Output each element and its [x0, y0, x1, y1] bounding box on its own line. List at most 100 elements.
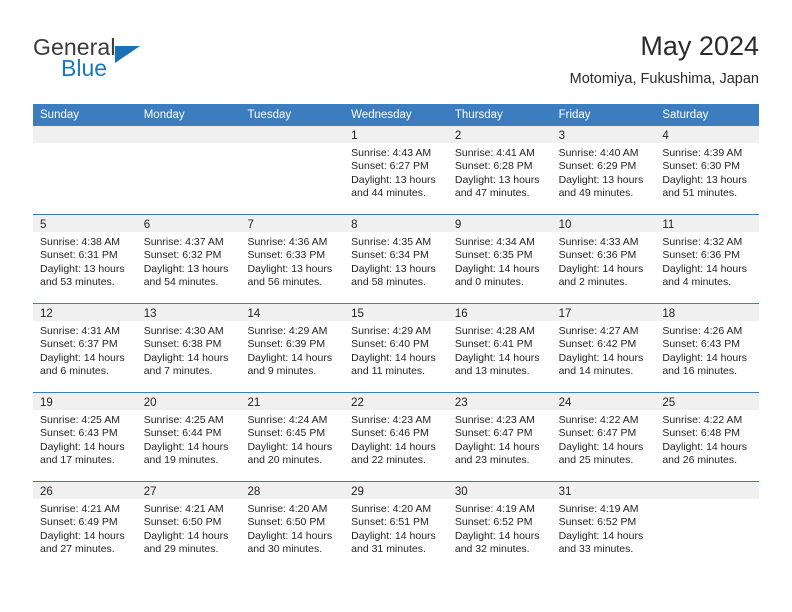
day-number: 21 — [247, 397, 261, 409]
calendar-day-cell[interactable]: 28 Sunrise: 4:20 AM Sunset: 6:50 PM Dayligh… — [240, 482, 345, 570]
calendar-day-cell[interactable]: 8 Sunrise: 4:35 AM Sunset: 6:34 PM Daylight… — [344, 215, 448, 303]
day-number: 4 — [662, 130, 669, 142]
calendar-day-cell[interactable]: 24 Sunrise: 4:22 AM Sunset: 6:47 PM Dayligh… — [551, 393, 656, 481]
daylight-text-line1: Daylight: 14 hours — [247, 351, 333, 364]
day-details: Sunrise: 4:22 AM Sunset: 6:47 PM Daylight:… — [552, 410, 656, 468]
sunset-text: Sunset: 6:33 PM — [247, 249, 326, 262]
sunset-text: Sunset: 6:43 PM — [662, 338, 740, 351]
calendar-day-cell[interactable]: 18 Sunrise: 4:26 AM Sunset: 6:43 PM Dayligh… — [655, 304, 760, 392]
weekday-header-row: Sunday Monday Tuesday Wednesday Thursday… — [33, 104, 759, 126]
sunrise-text: Sunrise: 4:21 AM — [40, 503, 120, 515]
weekday-header-thursday: Thursday — [454, 109, 503, 121]
day-number-bar: 17 — [551, 304, 656, 321]
day-number: 27 — [143, 486, 157, 498]
daylight-text-line1: Daylight: 14 hours — [143, 529, 229, 542]
day-number-bar: 4 — [655, 126, 760, 143]
day-number-bar: 13 — [136, 304, 241, 321]
calendar-day-cell[interactable]: 16 Sunrise: 4:28 AM Sunset: 6:41 PM Dayligh… — [447, 304, 552, 392]
day-number: 12 — [40, 308, 53, 320]
daylight-text-line2: and 13 minutes. — [454, 365, 530, 378]
daylight-text-line1: Daylight: 14 hours — [662, 440, 747, 453]
day-details: Sunrise: 4:39 AM Sunset: 6:30 PM Daylight:… — [655, 143, 759, 201]
calendar-day-cell[interactable]: 27 Sunrise: 4:21 AM Sunset: 6:50 PM Dayligh… — [136, 482, 241, 570]
day-details: Sunrise: 4:32 AM Sunset: 6:36 PM Daylight:… — [655, 232, 759, 290]
day-number: 18 — [662, 308, 676, 320]
sunrise-text: Sunrise: 4:21 AM — [143, 503, 224, 515]
day-details: Sunrise: 4:27 AM Sunset: 6:42 PM Daylight:… — [552, 321, 656, 379]
day-details: Sunrise: 4:38 AM Sunset: 6:31 PM Daylight:… — [33, 232, 137, 290]
sunrise-text: Sunrise: 4:20 AM — [247, 503, 328, 515]
day-number-bar: 1 — [344, 126, 448, 143]
day-number-bar: 7 — [240, 215, 345, 232]
calendar-day-cell[interactable]: 26 Sunrise: 4:21 AM Sunset: 6:49 PM Dayligh… — [33, 482, 137, 570]
day-number-bar: 16 — [447, 304, 552, 321]
calendar-week-row: 1 Sunrise: 4:43 AM Sunset: 6:27 PM Daylight… — [33, 126, 760, 214]
calendar-day-cell[interactable]: 21 Sunrise: 4:24 AM Sunset: 6:45 PM Dayligh… — [240, 393, 345, 481]
weekday-header-wednesday: Wednesday — [351, 109, 412, 121]
daylight-text-line1: Daylight: 13 hours — [143, 262, 229, 275]
calendar-week-row: 12 Sunrise: 4:31 AM Sunset: 6:37 PM Dayligh… — [33, 303, 760, 392]
sunset-text: Sunset: 6:45 PM — [247, 427, 326, 440]
day-number-bar: 28 — [240, 482, 345, 499]
calendar-day-cell[interactable]: 3 Sunrise: 4:40 AM Sunset: 6:29 PM Daylight… — [551, 126, 656, 214]
calendar-day-cell[interactable]: 30 Sunrise: 4:19 AM Sunset: 6:52 PM Dayligh… — [447, 482, 552, 570]
sunset-text: Sunset: 6:36 PM — [662, 249, 740, 262]
day-number-bar: 8 — [344, 215, 448, 232]
calendar-day-cell[interactable]: 23 Sunrise: 4:23 AM Sunset: 6:47 PM Dayligh… — [447, 393, 552, 481]
calendar-day-cell[interactable]: 22 Sunrise: 4:23 AM Sunset: 6:46 PM Dayligh… — [344, 393, 448, 481]
calendar-day-cell[interactable]: 11 Sunrise: 4:32 AM Sunset: 6:36 PM Dayligh… — [655, 215, 760, 303]
calendar-day-cell[interactable]: 19 Sunrise: 4:25 AM Sunset: 6:43 PM Dayligh… — [33, 393, 137, 481]
calendar-day-cell[interactable]: 15 Sunrise: 4:29 AM Sunset: 6:40 PM Dayligh… — [344, 304, 448, 392]
calendar-day-cell[interactable]: 31 Sunrise: 4:19 AM Sunset: 6:52 PM Dayligh… — [551, 482, 656, 570]
daylight-text-line2: and 26 minutes. — [662, 454, 738, 467]
calendar-day-cell[interactable]: 10 Sunrise: 4:33 AM Sunset: 6:36 PM Dayligh… — [551, 215, 656, 303]
sunset-text: Sunset: 6:48 PM — [662, 427, 740, 440]
day-number: 14 — [247, 308, 261, 320]
weekday-header-monday: Monday — [143, 109, 185, 121]
calendar-day-cell[interactable]: 25 Sunrise: 4:22 AM Sunset: 6:48 PM Dayligh… — [655, 393, 760, 481]
sunrise-text: Sunrise: 4:20 AM — [351, 503, 432, 515]
calendar-day-cell[interactable]: 7 Sunrise: 4:36 AM Sunset: 6:33 PM Daylight… — [240, 215, 345, 303]
day-number-bar: 31 — [551, 482, 656, 499]
calendar-day-cell[interactable]: 6 Sunrise: 4:37 AM Sunset: 6:32 PM Daylight… — [136, 215, 241, 303]
sunrise-text: Sunrise: 4:25 AM — [143, 414, 224, 426]
daylight-text-line2: and 22 minutes. — [351, 454, 426, 467]
daylight-text-line2: and 32 minutes. — [454, 543, 530, 556]
daylight-text-line2: and 4 minutes. — [662, 276, 732, 289]
day-number-bar: 6 — [136, 215, 241, 232]
sunrise-text: Sunrise: 4:22 AM — [662, 414, 743, 426]
daylight-text-line2: and 20 minutes. — [247, 454, 323, 467]
calendar-day-cell[interactable]: 12 Sunrise: 4:31 AM Sunset: 6:37 PM Dayligh… — [33, 304, 137, 392]
calendar-day-cell[interactable]: 2 Sunrise: 4:41 AM Sunset: 6:28 PM Daylight… — [447, 126, 552, 214]
day-number: 2 — [454, 130, 462, 142]
day-number: 29 — [351, 486, 364, 498]
calendar-day-cell[interactable]: 20 Sunrise: 4:25 AM Sunset: 6:44 PM Dayligh… — [136, 393, 241, 481]
day-details: Sunrise: 4:40 AM Sunset: 6:29 PM Daylight:… — [552, 143, 656, 201]
day-details: Sunrise: 4:22 AM Sunset: 6:48 PM Daylight:… — [655, 410, 759, 468]
sunrise-text: Sunrise: 4:19 AM — [558, 503, 639, 515]
calendar-day-cell[interactable]: 13 Sunrise: 4:30 AM Sunset: 6:38 PM Dayligh… — [136, 304, 241, 392]
calendar-day-cell[interactable]: 4 Sunrise: 4:39 AM Sunset: 6:30 PM Daylight… — [655, 126, 760, 214]
calendar-day-cell[interactable]: 29 Sunrise: 4:20 AM Sunset: 6:51 PM Dayligh… — [344, 482, 448, 570]
calendar-day-cell[interactable]: 9 Sunrise: 4:34 AM Sunset: 6:35 PM Daylight… — [447, 215, 552, 303]
calendar-day-cell[interactable]: 1 Sunrise: 4:43 AM Sunset: 6:27 PM Daylight… — [344, 126, 448, 214]
day-number: 1 — [351, 130, 358, 142]
sunset-text: Sunset: 6:30 PM — [662, 160, 740, 173]
day-number-bar — [136, 126, 241, 143]
day-number: 30 — [454, 486, 468, 498]
daylight-text-line1: Daylight: 14 hours — [454, 440, 540, 453]
sunrise-text: Sunrise: 4:23 AM — [351, 414, 432, 426]
daylight-text-line1: Daylight: 14 hours — [247, 529, 333, 542]
sunrise-text: Sunrise: 4:40 AM — [558, 147, 639, 159]
daylight-text-line2: and 29 minutes. — [143, 543, 219, 556]
day-number-bar: 14 — [240, 304, 345, 321]
calendar-day-cell[interactable]: 5 Sunrise: 4:38 AM Sunset: 6:31 PM Daylight… — [33, 215, 137, 303]
sunset-text: Sunset: 6:35 PM — [454, 249, 533, 262]
day-details: Sunrise: 4:19 AM Sunset: 6:52 PM Daylight:… — [448, 499, 552, 557]
general-blue-logo[interactable]: General Blue — [33, 34, 263, 90]
sunrise-text: Sunrise: 4:28 AM — [454, 325, 535, 337]
calendar-day-cell[interactable]: 17 Sunrise: 4:27 AM Sunset: 6:42 PM Dayligh… — [551, 304, 656, 392]
calendar-day-cell[interactable]: 14 Sunrise: 4:29 AM Sunset: 6:39 PM Dayligh… — [240, 304, 345, 392]
page-subtitle: Motomiya, Fukushima, Japan — [569, 71, 759, 87]
day-details: Sunrise: 4:25 AM Sunset: 6:43 PM Daylight:… — [33, 410, 137, 468]
